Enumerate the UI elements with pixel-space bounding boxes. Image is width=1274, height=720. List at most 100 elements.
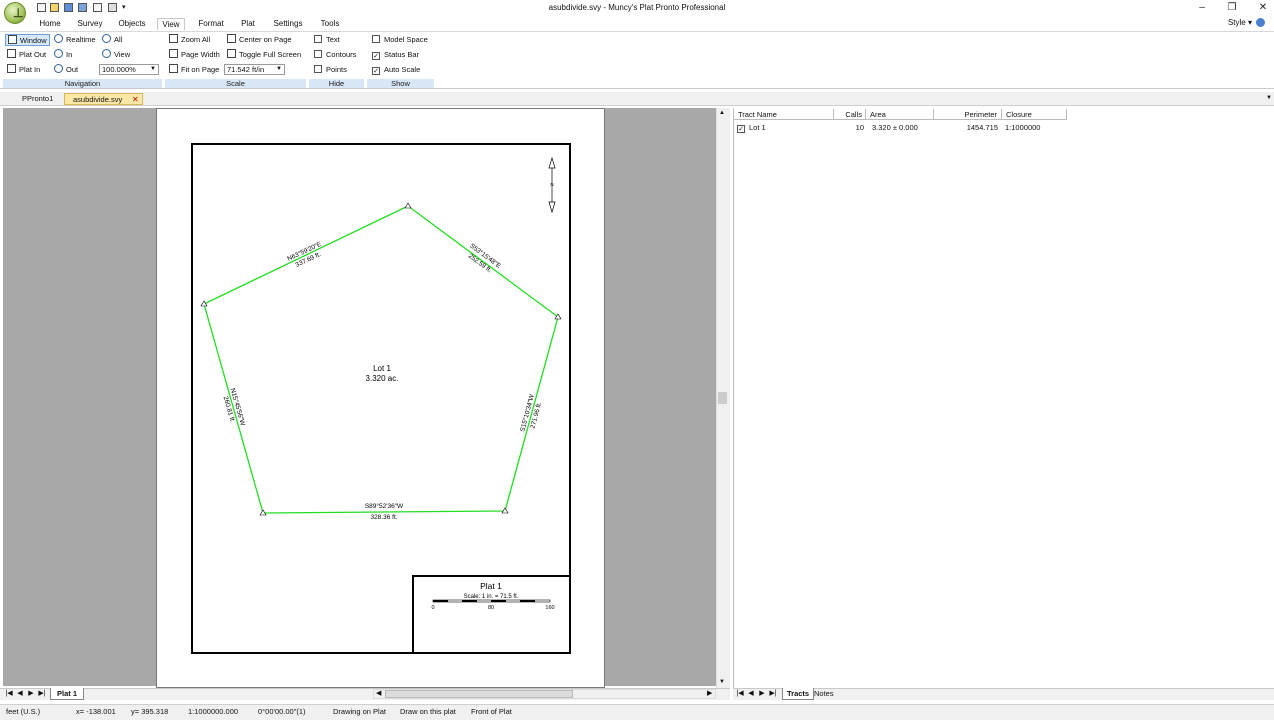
first-sheet-button[interactable]: |◀ [4,689,14,699]
horizontal-scroll-thumb[interactable] [385,690,573,698]
toggle-full-screen-label: Toggle Full Screen [239,50,302,59]
prev-panel-button[interactable]: ◀ [746,689,756,699]
zoom-all-icon [169,34,178,43]
checkbox-icon [314,35,322,43]
page-width-button[interactable]: Page Width [169,49,220,61]
zoom-in-button[interactable]: In [54,49,72,61]
style-menu[interactable]: Style ▾ [1228,18,1252,27]
lot-name: Lot 1 [373,364,391,373]
zoom-view-button[interactable]: View [102,49,130,61]
title-block-scale: Scale: 1 in. = 71.5 ft. [464,594,519,600]
zoom-view-icon [102,49,111,58]
status-angle: 0°00'00.00"(1) [258,707,306,716]
full-screen-icon [227,49,236,58]
tab-tools[interactable]: Tools [318,18,342,30]
zoom-percent-combo[interactable]: 100.000% ▼ [99,64,159,75]
fit-on-page-icon [169,64,178,73]
tab-home[interactable]: Home [36,18,64,30]
scale-bar [432,599,551,603]
tab-plat[interactable]: Plat [238,18,258,30]
center-on-page-button[interactable]: Center on Page [227,34,292,46]
column-header-area[interactable]: Area [866,109,934,120]
toggle-full-screen-button[interactable]: Toggle Full Screen [227,49,301,61]
plat-drawing[interactable]: Plat 1 Scale: 1 in. = 71.5 ft. 0 80 160 … [156,108,605,688]
page-width-icon [169,49,178,58]
zoom-all-nav-button[interactable]: All [102,34,122,46]
scroll-down-icon[interactable]: ▼ [719,679,725,685]
column-header-calls[interactable]: Calls [834,109,866,120]
hide-contours-label: Contours [326,50,357,59]
zoom-all-button[interactable]: Zoom All [169,34,210,46]
scale-combo[interactable]: 71.542 ft/in ▼ [224,64,285,75]
first-panel-button[interactable]: |◀ [735,689,745,699]
next-panel-button[interactable]: ▶ [757,689,767,699]
sheet-tab-plat-1[interactable]: Plat 1 [50,688,85,700]
window-zoom-label: Window [20,36,47,45]
plat-in-icon [7,64,16,73]
last-panel-button[interactable]: ▶| [768,689,778,699]
tab-format[interactable]: Format [196,18,226,30]
status-drawing-mode: Drawing on Plat [333,707,386,716]
column-header-tract-name[interactable]: Tract Name [734,109,834,120]
hide-group-label: Hide [309,79,364,88]
scroll-right-icon[interactable]: ▶ [707,689,712,697]
lot-boundary[interactable] [203,205,559,514]
zoom-out-button[interactable]: Out [54,64,78,76]
checkbox-icon [372,35,380,43]
help-icon[interactable] [1256,18,1265,27]
restore-button[interactable]: ❐ [1224,1,1240,14]
column-header-closure[interactable]: Closure [1002,109,1067,120]
tract-area-cell: 3.320 ± 0.000 [872,123,918,132]
minimize-button[interactable]: – [1194,1,1210,14]
tab-settings[interactable]: Settings [270,18,306,30]
zoom-all-label: Zoom All [181,35,211,44]
last-sheet-button[interactable]: ▶| [37,689,47,699]
status-bar-label: Status Bar [384,50,420,59]
realtime-zoom-label: Realtime [66,35,96,44]
tab-objects[interactable]: Objects [116,18,148,30]
status-x-coordinate: x= -138.001 [76,707,116,716]
window-title: asubdivide.svy - Muncy's Plat Pronto Pro… [548,3,726,12]
zoom-in-label: In [66,50,73,59]
fit-on-page-button[interactable]: Fit on Page [169,64,219,76]
hide-points-checkbox[interactable]: Points [314,64,347,76]
center-on-page-label: Center on Page [239,35,292,44]
tab-view[interactable]: View [157,18,185,30]
next-sheet-button[interactable]: ▶ [26,689,36,699]
fit-on-page-label: Fit on Page [181,65,220,74]
plat-out-button[interactable]: Plat Out [7,49,46,61]
zoom-in-icon [54,49,63,58]
hide-text-checkbox[interactable]: Text [314,34,340,46]
doc-tab-ppronto1[interactable]: PPronto1 [14,93,61,105]
model-space-checkbox[interactable]: Model Space [372,34,428,46]
zoom-view-label: View [114,50,131,59]
style-label: Style [1227,18,1246,27]
prev-sheet-button[interactable]: ◀ [15,689,25,699]
scroll-up-icon[interactable]: ▲ [719,110,725,116]
north-label: N [550,182,553,187]
tract-name-cell: Lot 1 [749,123,766,132]
tab-survey[interactable]: Survey [75,18,105,30]
tab-notes[interactable]: Notes [810,688,838,700]
column-header-perimeter[interactable]: Perimeter [934,109,1002,120]
window-zoom-button[interactable]: Window [5,34,50,46]
lot-corner-markers [200,202,562,516]
tracts-panel [733,108,1274,688]
style-dropdown-icon: ▾ [1247,18,1252,27]
auto-scale-checkbox[interactable]: ✓ Auto Scale [372,64,420,76]
table-row[interactable]: ✓ Lot 1 [737,122,766,133]
realtime-zoom-button[interactable]: Realtime [54,34,96,46]
scroll-left-icon[interactable]: ◀ [376,689,381,697]
plat-out-icon [7,49,16,58]
status-bar-checkbox[interactable]: ✓ Status Bar [372,49,419,61]
plat-in-button[interactable]: Plat In [7,64,40,76]
center-on-page-icon [227,34,236,43]
close-tab-icon[interactable]: ✕ [132,95,139,104]
title-block-title: Plat 1 [480,581,502,591]
vertical-scroll-thumb[interactable] [718,392,727,404]
chevron-down-icon[interactable]: ▼ [1266,95,1272,101]
tract-checkbox-checked-icon[interactable]: ✓ [737,125,745,133]
model-space-label: Model Space [384,35,428,44]
close-button[interactable]: ✕ [1255,1,1271,14]
hide-contours-checkbox[interactable]: Contours [314,49,356,61]
